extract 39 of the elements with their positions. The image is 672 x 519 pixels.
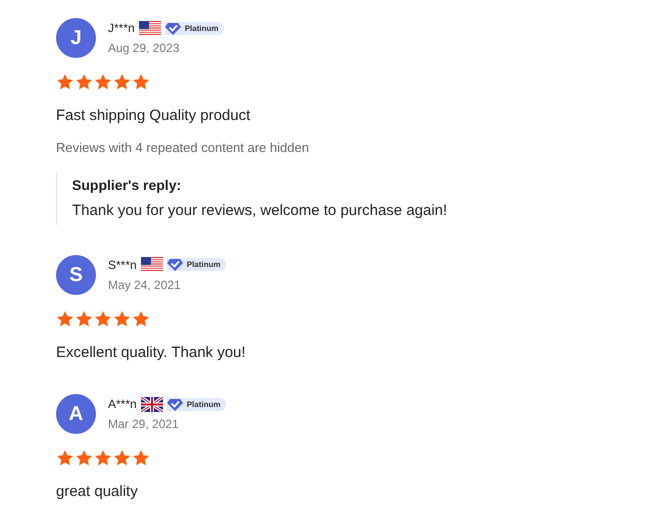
star-icon — [94, 310, 112, 328]
check-shield-icon — [164, 22, 181, 34]
review-text: Excellent quality. Thank you! — [56, 342, 247, 362]
review-date: May 24, 2021 — [108, 276, 182, 294]
star-icon — [113, 310, 131, 328]
star-icon — [56, 73, 74, 91]
badge: Platinum — [166, 398, 226, 410]
check-shield-icon — [166, 398, 183, 410]
review-date: Mar 29, 2021 — [108, 416, 180, 433]
check-shield-icon — [166, 258, 183, 271]
star-icon — [56, 449, 74, 467]
review-date: Aug 29, 2023 — [108, 40, 180, 57]
star-icon — [94, 449, 112, 467]
star-icon — [132, 73, 150, 91]
flag-icon — [138, 20, 161, 36]
badge: Platinum — [166, 258, 226, 271]
flag-icon — [140, 257, 163, 272]
reviewer-name: J***n — [108, 20, 135, 37]
badge: Platinum — [164, 22, 224, 34]
star-icon — [75, 449, 93, 467]
reply-text: Thank you for your reviews, welcome to purchase again! — [72, 201, 448, 221]
star-icon — [94, 73, 112, 91]
flag-icon — [140, 396, 163, 412]
avatar: J — [56, 18, 96, 58]
star-icon — [75, 73, 93, 91]
hidden-note: Reviews with 4 repeated content are hidden — [56, 138, 310, 157]
reply-title: Supplier's reply: — [72, 176, 182, 195]
reviewer-name: A***n — [108, 396, 137, 413]
star-icon — [56, 310, 74, 328]
star-icon — [113, 449, 131, 467]
star-icon — [132, 449, 150, 467]
star-icon — [132, 310, 150, 328]
star-icon — [113, 73, 131, 91]
review-text: Fast shipping Quality product — [56, 106, 252, 126]
avatar: S — [56, 254, 96, 294]
review-text: great quality — [56, 482, 139, 502]
reviewer-name: S***n — [108, 256, 137, 274]
avatar: A — [56, 394, 96, 434]
star-icon — [75, 310, 93, 328]
